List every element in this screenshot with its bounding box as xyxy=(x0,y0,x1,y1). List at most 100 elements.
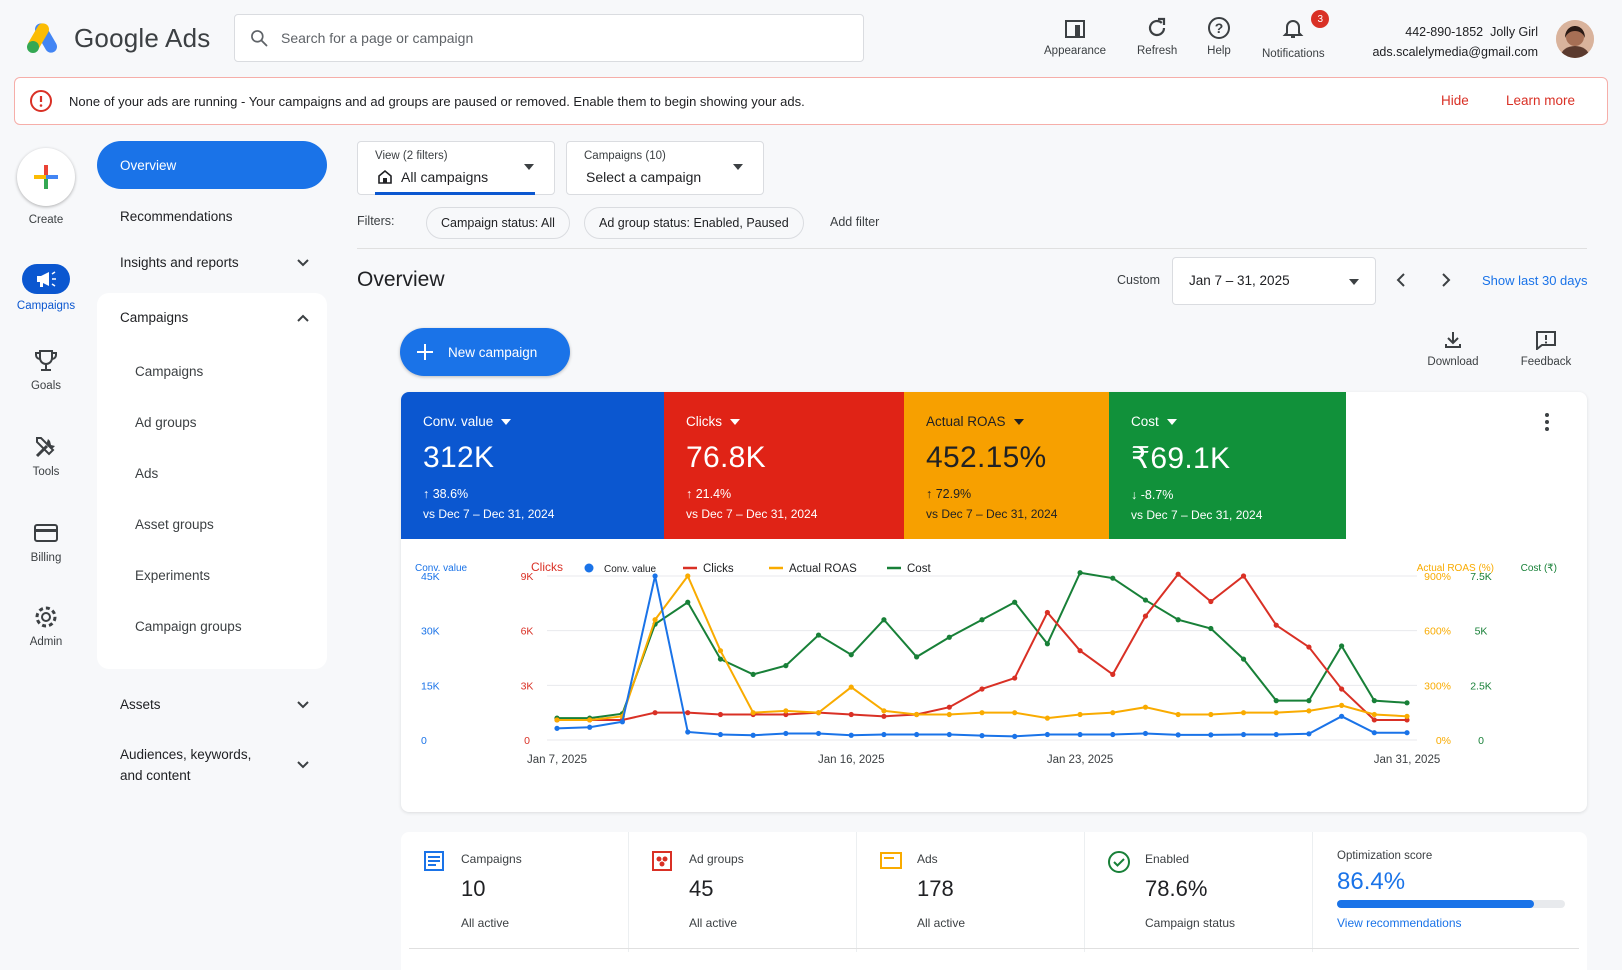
more-options-icon[interactable] xyxy=(1543,412,1551,432)
rail-admin[interactable]: Admin xyxy=(0,604,92,648)
feedback-button[interactable]: Feedback xyxy=(1511,330,1581,368)
performance-line-chart: Conv. value Clicks Actual ROAS (%) Cost … xyxy=(415,560,1557,766)
data-point-actual-roas xyxy=(1110,710,1116,716)
filter-chip-campaign-status[interactable]: Campaign status: All xyxy=(426,207,570,239)
nav-overview[interactable]: Overview xyxy=(97,141,327,189)
hide-alert-link[interactable]: Hide xyxy=(1441,93,1469,108)
kpi-conv-value[interactable]: Conv. value 312K ↑ 38.6% vs Dec 7 – Dec … xyxy=(401,392,664,539)
caret-down-icon xyxy=(524,164,534,170)
notification-count-badge: 3 xyxy=(1311,10,1330,28)
google-ads-logo[interactable]: Google Ads xyxy=(26,22,210,54)
campaigns-rail-pill xyxy=(22,264,70,294)
rail-campaigns[interactable]: Campaigns xyxy=(0,264,92,312)
refresh-button[interactable]: Refresh xyxy=(1137,16,1177,57)
chart-legend: Conv. value Clicks Actual ROAS Cost xyxy=(584,563,931,575)
data-point-clicks xyxy=(685,710,691,716)
stat-campaigns[interactable]: Campaigns 10 All active xyxy=(401,832,629,952)
kpi-cost[interactable]: Cost ₹69.1K ↓ -8.7% vs Dec 7 – Dec 31, 2… xyxy=(1109,392,1346,539)
data-point-clicks xyxy=(1077,648,1083,654)
date-range-value: Jan 7 – 31, 2025 xyxy=(1189,273,1290,288)
nav-audiences[interactable]: Audiences, keywords, and content xyxy=(120,744,310,786)
y-tick-cost: 2.5K xyxy=(1470,680,1492,692)
nav-sub-asset-groups[interactable]: Asset groups xyxy=(135,517,214,532)
campaign-filter-dropdown[interactable]: Campaigns (10) Select a campaign xyxy=(566,141,764,195)
rail-goals[interactable]: Goals xyxy=(0,348,92,392)
data-point-clicks xyxy=(1110,671,1116,677)
stat-ads[interactable]: Ads 178 All active xyxy=(857,832,1085,952)
data-point-conv-value xyxy=(979,733,985,739)
data-point-actual-roas xyxy=(1371,711,1377,718)
data-point-conv-value xyxy=(881,731,887,738)
download-button[interactable]: Download xyxy=(1418,330,1488,368)
new-campaign-button[interactable]: New campaign xyxy=(400,328,570,376)
bell-icon xyxy=(1282,20,1304,38)
kpi-clicks-change: ↑ 21.4% xyxy=(686,487,732,501)
tools-icon xyxy=(35,437,55,458)
previous-period-button[interactable] xyxy=(1394,272,1410,288)
search-input[interactable] xyxy=(281,30,821,46)
nav-insights-label: Insights and reports xyxy=(120,255,239,270)
data-point-cost xyxy=(1240,656,1247,662)
kpi-clicks-compare: vs Dec 7 – Dec 31, 2024 xyxy=(686,507,818,521)
create-button[interactable]: Create xyxy=(0,148,92,226)
data-point-conv-value xyxy=(1339,713,1345,719)
data-point-actual-roas xyxy=(815,710,822,716)
nav-campaigns-header[interactable]: Campaigns xyxy=(120,310,310,325)
nav-sub-campaign-groups[interactable]: Campaign groups xyxy=(135,619,242,634)
view-filter-dropdown[interactable]: View (2 filters) All campaigns xyxy=(357,141,555,195)
series-line-actual-roas xyxy=(557,574,1408,721)
kpi-roas-value: 452.15% xyxy=(926,441,1047,474)
data-point-cost xyxy=(1044,641,1050,647)
avatar[interactable] xyxy=(1556,20,1594,58)
x-tick-label: Jan 7, 2025 xyxy=(527,754,587,766)
data-point-conv-value xyxy=(783,730,789,737)
next-period-button[interactable] xyxy=(1437,272,1453,288)
data-point-clicks xyxy=(881,713,887,719)
create-fab[interactable] xyxy=(17,148,75,206)
view-recommendations-link[interactable]: View recommendations xyxy=(1337,916,1462,930)
help-button[interactable]: ? Help xyxy=(1207,16,1231,57)
nav-recommendations[interactable]: Recommendations xyxy=(120,209,310,224)
data-point-cost xyxy=(717,656,724,662)
top-bar: Google Ads Appearance Refresh ? Help 3 N… xyxy=(0,0,1622,76)
kpi-roas-change: ↑ 72.9% xyxy=(926,487,972,501)
kpi-cost-compare: vs Dec 7 – Dec 31, 2024 xyxy=(1131,508,1263,522)
caret-down-icon xyxy=(730,418,740,425)
data-point-actual-roas xyxy=(1240,710,1247,716)
optimization-score[interactable]: Optimization score 86.4% View recommenda… xyxy=(1313,832,1587,952)
nav-sub-experiments[interactable]: Experiments xyxy=(135,568,210,583)
nav-assets[interactable]: Assets xyxy=(120,697,310,712)
data-point-clicks xyxy=(1273,622,1279,628)
rail-billing[interactable]: Billing xyxy=(0,520,92,564)
data-point-conv-value xyxy=(914,731,920,738)
learn-more-link[interactable]: Learn more xyxy=(1506,93,1575,108)
admin-label: Admin xyxy=(29,636,63,648)
kpi-actual-roas[interactable]: Actual ROAS 452.15% ↑ 72.9% vs Dec 7 – D… xyxy=(904,392,1109,539)
nav-insights[interactable]: Insights and reports xyxy=(120,255,310,270)
y-tick-cost: 7.5K xyxy=(1470,571,1492,583)
data-point-conv-value xyxy=(717,731,724,738)
data-point-clicks xyxy=(1371,717,1377,723)
stat-enabled[interactable]: Enabled 78.6% Campaign status xyxy=(1085,832,1313,952)
data-point-conv-value xyxy=(1306,731,1312,737)
axis-title-clicks: Clicks xyxy=(531,560,563,574)
nav-sub-ad-groups[interactable]: Ad groups xyxy=(135,415,197,430)
date-range-picker[interactable]: Jan 7 – 31, 2025 xyxy=(1172,257,1376,305)
app-name: Google Ads xyxy=(74,22,211,53)
notifications-button[interactable]: 3 Notifications xyxy=(1262,10,1330,60)
nav-sub-campaigns[interactable]: Campaigns xyxy=(135,364,203,379)
filter-chip-ad-group-status[interactable]: Ad group status: Enabled, Paused xyxy=(584,207,804,239)
show-last-30-days-link[interactable]: Show last 30 days xyxy=(1482,273,1588,288)
caret-down-icon xyxy=(1166,418,1177,425)
nav-sub-ads[interactable]: Ads xyxy=(135,466,158,481)
add-filter-button[interactable]: Add filter xyxy=(830,215,879,229)
appearance-button[interactable]: Appearance xyxy=(1044,16,1106,57)
account-info[interactable]: 442-890-1852 Jolly Girl ads.scalelymedia… xyxy=(1372,22,1538,62)
stat-ad-groups[interactable]: Ad groups 45 All active xyxy=(629,832,857,952)
search-bar[interactable] xyxy=(234,14,864,62)
data-point-actual-roas xyxy=(1208,711,1214,718)
kpi-clicks[interactable]: Clicks 76.8K ↑ 21.4% vs Dec 7 – Dec 31, … xyxy=(664,392,904,539)
kpi-roas-compare: vs Dec 7 – Dec 31, 2024 xyxy=(926,507,1058,521)
stat-ads-label: Ads xyxy=(917,852,938,866)
rail-tools[interactable]: Tools xyxy=(0,434,92,478)
